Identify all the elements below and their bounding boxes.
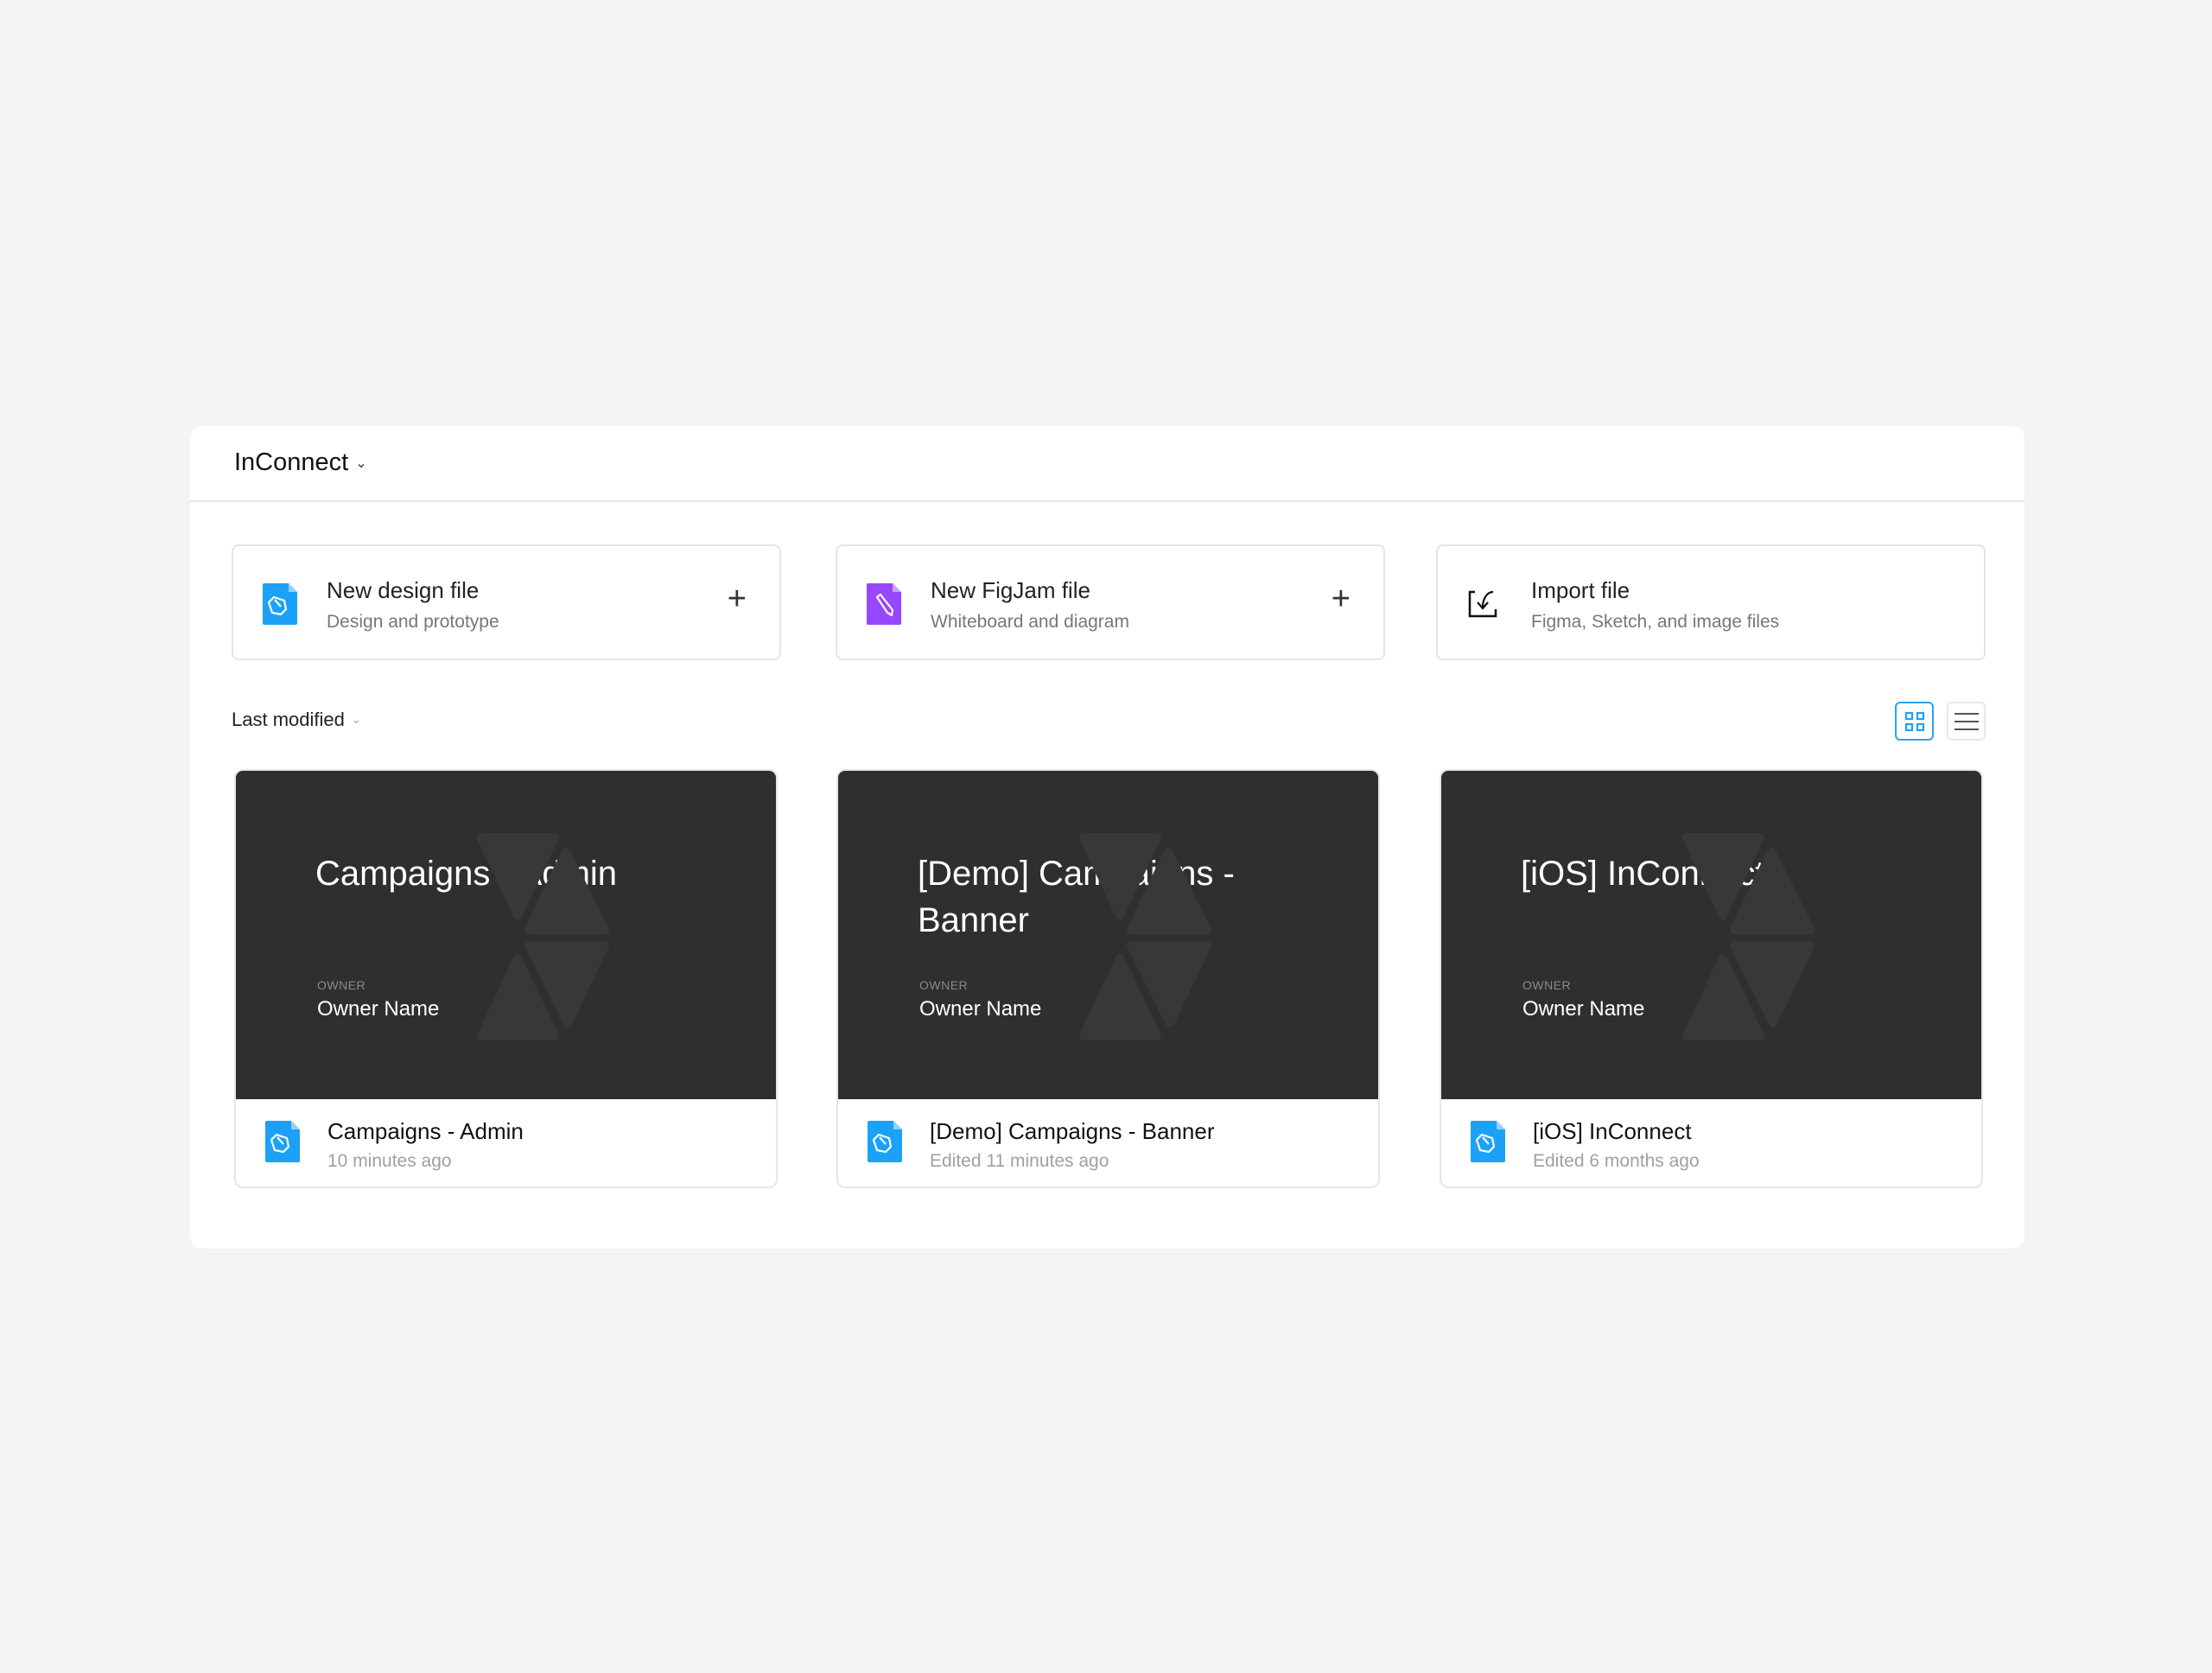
header: InConnect ⌄ bbox=[190, 426, 2024, 502]
file-card[interactable]: Campaigns - Admin OWNER Owner Name Campa… bbox=[234, 769, 778, 1188]
owner-name: Owner Name bbox=[317, 997, 440, 1021]
file-card[interactable]: [iOS] InConnect OWNER Owner Name [iOS] I… bbox=[1440, 769, 1983, 1188]
new-design-file-button[interactable]: New design file Design and prototype + bbox=[232, 544, 781, 660]
plus-icon: + bbox=[727, 581, 747, 617]
project-name: InConnect bbox=[234, 448, 349, 476]
file-edited-time: Edited 11 minutes ago bbox=[930, 1151, 1109, 1171]
file-edited-time: Edited 6 months ago bbox=[1533, 1151, 1700, 1171]
logo-watermark-icon bbox=[1682, 833, 1815, 1040]
owner-label: OWNER bbox=[1522, 978, 1572, 992]
import-file-button[interactable]: Import file Figma, Sketch, and image fil… bbox=[1436, 544, 1986, 660]
plus-icon: + bbox=[1331, 581, 1351, 617]
design-file-icon bbox=[1471, 1121, 1505, 1162]
list-icon bbox=[1954, 712, 1979, 730]
sort-label: Last modified bbox=[232, 709, 345, 730]
design-file-icon bbox=[868, 1121, 902, 1162]
action-subtitle: Figma, Sketch, and image files bbox=[1531, 612, 1780, 632]
action-title: New FigJam file bbox=[931, 577, 1090, 603]
file-thumbnail: [iOS] InConnect OWNER Owner Name bbox=[1441, 771, 1981, 1099]
new-figjam-file-button[interactable]: New FigJam file Whiteboard and diagram + bbox=[836, 544, 1385, 660]
grid-view-button[interactable] bbox=[1895, 702, 1934, 741]
file-name: [iOS] InConnect bbox=[1533, 1118, 1692, 1144]
figjam-file-icon bbox=[867, 583, 901, 625]
owner-name: Owner Name bbox=[919, 997, 1042, 1021]
project-switcher[interactable]: InConnect ⌄ bbox=[234, 448, 367, 477]
list-view-button[interactable] bbox=[1947, 702, 1986, 741]
owner-name: Owner Name bbox=[1522, 997, 1645, 1021]
owner-label: OWNER bbox=[919, 978, 969, 992]
file-card[interactable]: [Demo] Campaigns - Banner OWNER Owner Na… bbox=[836, 769, 1380, 1188]
import-icon bbox=[1468, 590, 1497, 618]
file-thumbnail: Campaigns - Admin OWNER Owner Name bbox=[236, 771, 776, 1099]
file-browser-panel: InConnect ⌄ New design file Design and p… bbox=[190, 426, 2024, 1249]
sort-dropdown[interactable]: Last modified ⌄ bbox=[232, 709, 361, 731]
action-subtitle: Whiteboard and diagram bbox=[931, 612, 1129, 632]
file-edited-time: 10 minutes ago bbox=[327, 1151, 452, 1171]
action-title: Import file bbox=[1531, 577, 1630, 603]
owner-label: OWNER bbox=[317, 978, 366, 992]
chevron-down-icon: ⌄ bbox=[351, 713, 361, 726]
logo-watermark-icon bbox=[477, 833, 609, 1040]
action-subtitle: Design and prototype bbox=[327, 612, 499, 632]
file-name: [Demo] Campaigns - Banner bbox=[930, 1118, 1215, 1144]
file-thumbnail: [Demo] Campaigns - Banner OWNER Owner Na… bbox=[838, 771, 1378, 1099]
grid-icon bbox=[1904, 711, 1924, 731]
design-file-icon bbox=[265, 1121, 300, 1162]
logo-watermark-icon bbox=[1079, 833, 1211, 1040]
file-name: Campaigns - Admin bbox=[327, 1118, 524, 1144]
chevron-down-icon: ⌄ bbox=[355, 455, 367, 471]
design-file-icon bbox=[263, 583, 297, 625]
action-title: New design file bbox=[327, 577, 480, 603]
